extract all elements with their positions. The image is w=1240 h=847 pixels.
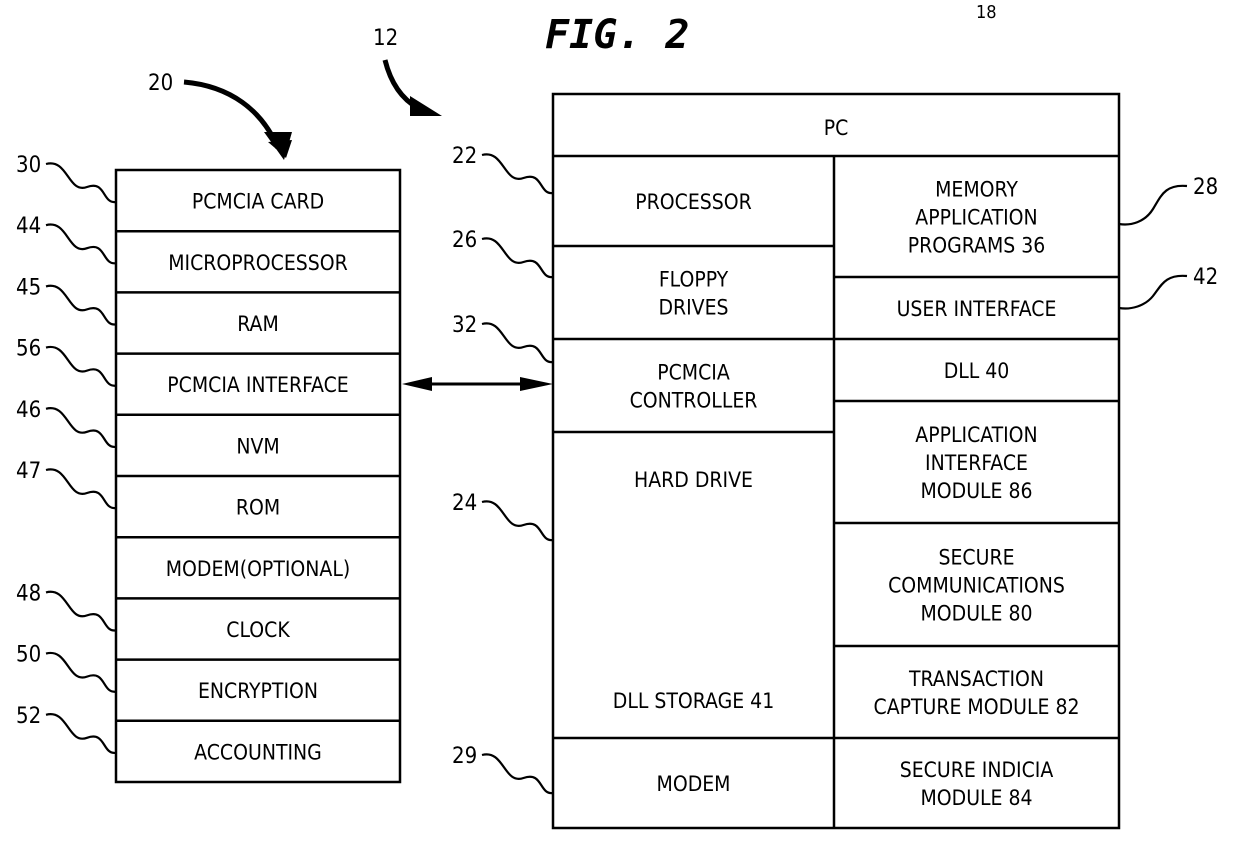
pc-right-cell-label: SECURE — [938, 546, 1014, 570]
card-ref: 20 — [148, 71, 173, 96]
pc-ref-leader: 24 — [452, 491, 554, 542]
pc-ref-leader: 28 — [1118, 175, 1218, 226]
card-row-label: CLOCK — [226, 618, 290, 642]
pc-left-cell-sublabel: DLL STORAGE 41 — [613, 689, 774, 713]
pc-pointer-arrow — [382, 59, 442, 116]
pc-ref-leader: 32 — [452, 313, 554, 364]
arrowhead-right — [520, 377, 553, 391]
card-row-label: MICROPROCESSOR — [168, 251, 348, 275]
card-ref-leader-number: 56 — [16, 337, 41, 362]
card-row-label: ROM — [236, 496, 280, 520]
card-row-label: PCMCIA INTERFACE — [167, 373, 349, 397]
pc-right-cell-label: COMMUNICATIONS — [888, 574, 1065, 598]
card-ref-leader-number: 46 — [16, 398, 41, 423]
card-row-label: RAM — [237, 312, 279, 336]
card-ref-leader-number: 52 — [16, 704, 41, 729]
pc-right-cell-label: MODULE 86 — [920, 479, 1032, 503]
arrowhead-left — [402, 377, 432, 391]
pc-ref-leader-number: 42 — [1193, 265, 1218, 290]
pc-left-cell-label: PCMCIA — [657, 361, 730, 385]
pc-right-cell-label: MEMORY — [935, 178, 1018, 202]
card-ref-leader-number: 50 — [16, 643, 41, 668]
pc-left-cell-label: PROCESSOR — [635, 190, 752, 214]
pc-ref-leader-number: 24 — [452, 491, 477, 516]
card-ref-leader: 44 — [16, 214, 117, 265]
card-ref-leader: 50 — [16, 643, 117, 693]
card-ref-leader-number: 47 — [16, 459, 41, 484]
pc-ref-leader-number: 29 — [452, 744, 477, 769]
pc-ref-leader: 22 — [452, 144, 554, 195]
pc-right-cell-label: SECURE INDICIA — [900, 758, 1054, 782]
pc-right-cell-label: CAPTURE MODULE 82 — [874, 695, 1080, 719]
pc-header-label: PC — [824, 116, 849, 140]
card-ref-leader-number: 44 — [16, 214, 41, 239]
card-ref-leader-number: 45 — [16, 275, 41, 300]
card-ref-leader-line — [45, 468, 117, 510]
pc-ref-leader-number: 28 — [1193, 175, 1218, 200]
card-ref-leader-line — [45, 162, 117, 204]
pc-right-cell-label: TRANSACTION — [908, 667, 1044, 691]
pc-ref: 12 — [373, 26, 398, 51]
card-ref-leader-line — [45, 284, 117, 326]
pc-left-cell-label: DRIVES — [658, 296, 728, 320]
pc-right-cell-label: INTERFACE — [925, 451, 1028, 475]
pc-ref-leader-line — [481, 753, 554, 795]
card-ref-leader: 47 — [16, 459, 117, 510]
pc-ref-leader-number: 26 — [452, 228, 477, 253]
pc-ref-leader: 42 — [1118, 265, 1218, 310]
pcmcia-link-arrow — [402, 377, 553, 391]
pc-ref-leader: 29 — [452, 744, 554, 795]
pc-ref-leader-line — [1118, 184, 1188, 226]
pc-right-cell-label: DLL 40 — [944, 359, 1010, 383]
card-ref-leader-line — [45, 345, 117, 387]
card-ref-leader-line — [45, 651, 117, 693]
card-ref-leader: 30 — [16, 153, 117, 204]
card-ref-leader-number: 48 — [16, 581, 41, 606]
figure-title: FIG. 2 — [545, 12, 690, 58]
pc-ref-leader-line — [481, 322, 554, 364]
card-row-label: NVM — [236, 434, 279, 458]
card-ref-leader: 45 — [16, 275, 117, 326]
pc-ref-leader-line — [481, 500, 554, 542]
pc-ref-leader: 26 — [452, 228, 554, 279]
pc-ref-leader-line — [1118, 274, 1188, 310]
pc-ref-leader-number: 22 — [452, 144, 477, 169]
card-ref-leader-number: 30 — [16, 153, 41, 178]
pc-ref-leader-line — [481, 153, 554, 195]
pc-right-cell-label: MODULE 80 — [920, 602, 1032, 626]
pc-left-cell-label: MODEM — [657, 772, 731, 796]
card-row-label: MODEM(OPTIONAL) — [166, 557, 351, 581]
pc-left-cell-label: HARD DRIVE — [634, 468, 753, 492]
pc-right-cell-label: USER INTERFACE — [897, 297, 1057, 321]
card-pointer-arrow — [183, 79, 292, 160]
fig2-diagram: FIG. 2 18 20 12 PCMCIA CARD 30 MICROPROCES… — [16, 2, 1218, 830]
card-ref-leader-line — [45, 407, 117, 448]
pc-right-cell-label: MODULE 84 — [920, 786, 1032, 810]
card-ref-leader: 52 — [16, 704, 117, 754]
pc-ref-leader-number: 32 — [452, 313, 477, 338]
card-ref-leader-line — [45, 223, 117, 265]
pc-right-cell-label: APPLICATION — [915, 423, 1037, 447]
card-ref-leader-line — [45, 713, 117, 754]
card-ref-leader: 46 — [16, 398, 117, 448]
card-ref-leader: 56 — [16, 337, 117, 387]
pc-right-cell-label: PROGRAMS 36 — [908, 234, 1046, 258]
card-row-label: PCMCIA CARD — [192, 190, 324, 214]
card-row-label: ACCOUNTING — [194, 740, 322, 764]
card-ref-leader: 48 — [16, 581, 117, 632]
pc-right-cell-label: APPLICATION — [915, 206, 1037, 230]
pcmcia-card-stack: PCMCIA CARD 30 MICROPROCESSOR 44 RAM 45 PCMCIA… — [16, 153, 402, 784]
pc-left-cell-label: FLOPPY — [659, 268, 729, 292]
pc-left-cell-label: CONTROLLER — [630, 389, 758, 413]
corner-ref: 18 — [976, 2, 997, 23]
pc-ref-leader-line — [481, 237, 554, 279]
card-ref-leader-line — [45, 590, 117, 632]
card-row-label: ENCRYPTION — [198, 679, 318, 703]
